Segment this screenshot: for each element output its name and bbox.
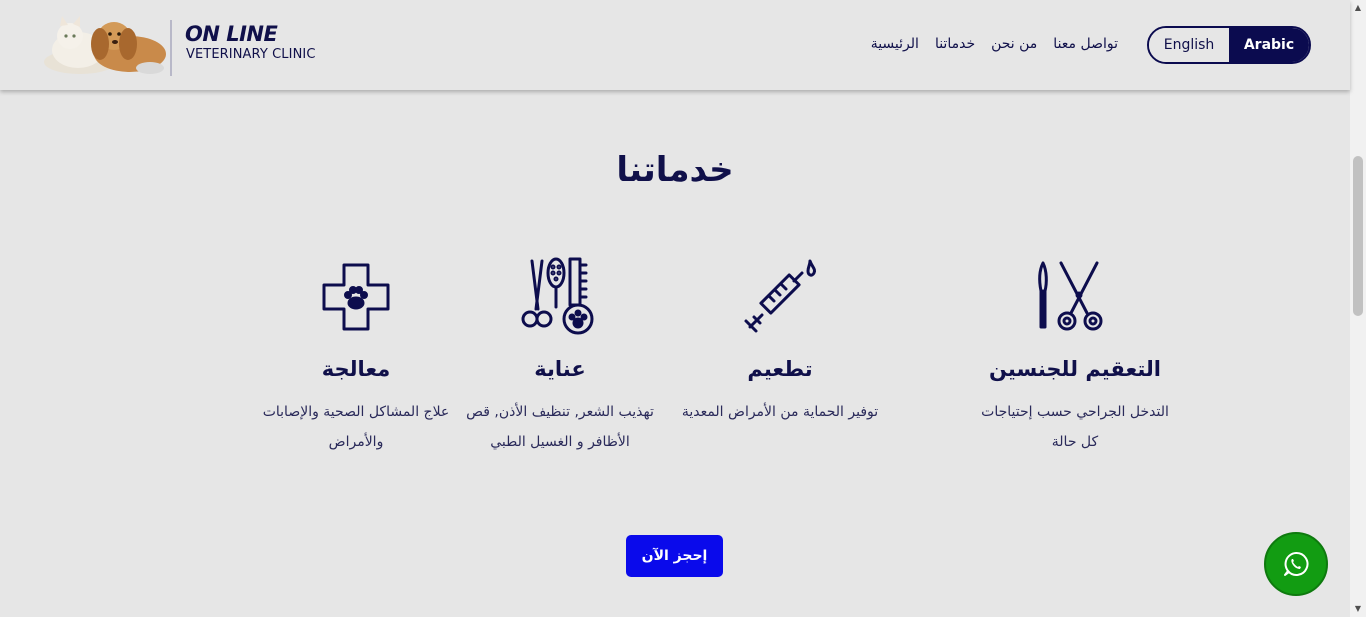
nav-services[interactable]: خدماتنا <box>935 36 975 52</box>
service-card-grooming: عناية تهذيب الشعر, تنظيف الأذن, قص الأظا… <box>460 255 660 457</box>
whatsapp-icon <box>1284 551 1309 576</box>
logo-title: ON LINE <box>185 22 278 46</box>
service-description: تهذيب الشعر, تنظيف الأذن, قص الأظافر و ا… <box>466 404 654 450</box>
service-description: توفير الحماية من الأمراض المعدية <box>681 404 879 420</box>
service-description: التدخل الجراحي حسب إحتياجات كل حالة <box>981 404 1169 450</box>
service-card-treatment: معالجة علاج المشاكل الصحية والإصابات وال… <box>256 255 456 457</box>
nav-home[interactable]: الرئيسية <box>871 36 919 52</box>
services-grid: التعقيم للجنسين التدخل الجراحي حسب إحتيا… <box>260 255 1169 495</box>
service-card-sterilization: التعقيم للجنسين التدخل الجراحي حسب إحتيا… <box>975 255 1175 457</box>
service-title: تطعيم <box>747 357 813 381</box>
scroll-down-arrow-icon[interactable]: ▼ <box>1350 601 1366 617</box>
service-title: معالجة <box>321 357 391 381</box>
scroll-up-arrow-icon[interactable]: ▲ <box>1350 0 1366 16</box>
language-switcher: English Arabic <box>1147 26 1311 64</box>
section-title: خدماتنا <box>616 150 734 190</box>
service-card-vaccination: تطعيم توفير الحماية من الأمراض المعدية <box>680 255 880 427</box>
medical-cross-paw-icon <box>322 263 390 331</box>
logo-subtitle: VETERINARY CLINIC <box>186 47 316 62</box>
service-description: علاج المشاكل الصحية والإصابات والأمراض <box>262 404 450 450</box>
scroll-thumb[interactable] <box>1353 156 1363 316</box>
page-scrollbar[interactable]: ▲ ▼ <box>1350 0 1366 617</box>
lang-arabic-button[interactable]: Arabic <box>1229 28 1309 62</box>
lang-english-button[interactable]: English <box>1149 28 1229 62</box>
book-now-button[interactable]: إحجز الآن <box>626 535 723 577</box>
site-header: ON LINE VETERINARY CLINIC تواصل معنا من … <box>0 0 1350 90</box>
syringe-icon <box>744 259 816 333</box>
surgical-scissors-icon <box>1038 261 1103 331</box>
service-title: التعقيم للجنسين <box>989 357 1161 381</box>
logo-divider <box>170 20 172 76</box>
whatsapp-button[interactable] <box>1264 532 1328 596</box>
nav-about[interactable]: من نحن <box>991 36 1037 52</box>
service-title: عناية <box>534 357 586 381</box>
nav-contact[interactable]: تواصل معنا <box>1053 36 1118 52</box>
main-nav: تواصل معنا من نحن خدماتنا الرئيسية <box>864 36 1118 52</box>
logo[interactable]: ON LINE VETERINARY CLINIC <box>40 12 340 78</box>
grooming-tools-icon <box>521 257 594 335</box>
pets-logo-image <box>44 16 166 74</box>
